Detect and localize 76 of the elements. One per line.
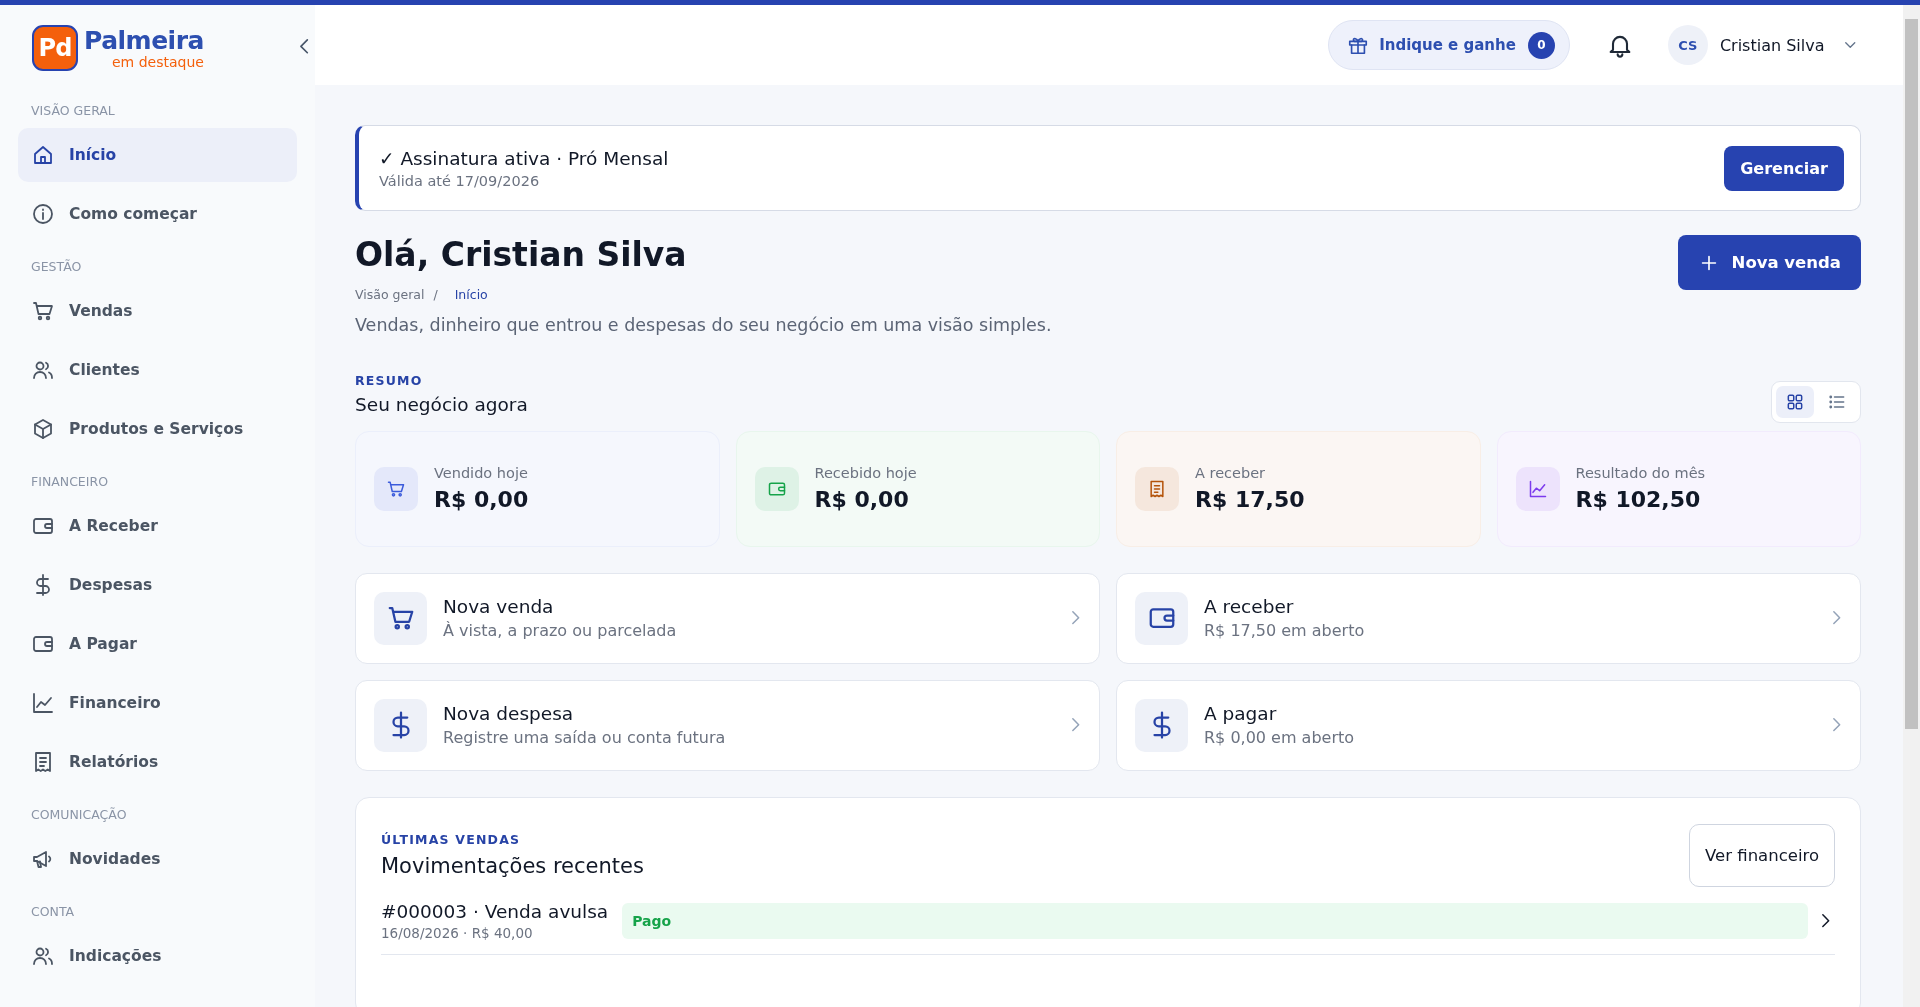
sale-meta: 16/08/2026 · R$ 40,00 [381, 924, 534, 941]
section-eyebrow: ÚLTIMAS VENDAS [381, 832, 522, 848]
section-label: FINANCEIRO [31, 473, 109, 491]
chevron-down-icon [1844, 42, 1855, 48]
view-financial-button[interactable]: Ver financeiro [1689, 823, 1835, 887]
new-sale-button[interactable]: Nova venda [1677, 235, 1861, 290]
status-badge: Pago [622, 902, 1808, 939]
action-title: A pagar [1204, 703, 1278, 725]
stat-label: Vendido hoje [434, 465, 529, 482]
chevron-right-icon [1832, 718, 1840, 732]
chart-icon [31, 691, 55, 715]
sidebar-item[interactable]: Indicações [18, 929, 297, 983]
chevron-right-icon [1832, 611, 1840, 625]
action-card[interactable]: Nova despesa Registre uma saída ou conta futura [355, 679, 1100, 771]
count-badge: 0 [1527, 31, 1555, 59]
sidebar-item[interactable]: Produtos e Serviços [18, 402, 297, 456]
chevron-right-icon [1821, 913, 1829, 928]
action-title: Nova venda [443, 596, 555, 618]
scrollbar-thumb[interactable] [1905, 19, 1918, 729]
breadcrumb-separator: / [433, 286, 438, 302]
action-title: Nova despesa [443, 703, 575, 725]
cart-icon [31, 299, 55, 323]
sidebar-item[interactable]: Novidades [18, 832, 297, 886]
section-label: GESTÃO [31, 258, 83, 276]
avatar: CS [1667, 25, 1708, 65]
manage-button[interactable]: Gerenciar [1724, 145, 1844, 191]
sidebar-item[interactable]: Relatórios [18, 735, 297, 789]
sidebar-item[interactable]: A Pagar [18, 617, 297, 671]
sidebar-item[interactable]: Início [18, 128, 297, 182]
action-subtitle: R$ 17,50 em aberto [1204, 621, 1366, 641]
section-eyebrow: RESUMO [355, 372, 424, 388]
collapse-button[interactable] [300, 39, 309, 54]
stat-value: R$ 17,50 [1195, 487, 1305, 513]
chevron-right-icon [1071, 611, 1079, 625]
box-icon [31, 417, 55, 441]
chevron-right-icon [1071, 718, 1079, 732]
action-subtitle: À vista, a prazo ou parcelada [443, 621, 678, 641]
action-title: A receber [1204, 596, 1295, 618]
sidebar-item[interactable]: Despesas [18, 558, 297, 612]
subscription-validity: Válida até 17/09/2026 [379, 172, 541, 189]
action-card[interactable]: Nova venda À vista, a prazo ou parcelada [355, 572, 1100, 664]
view-button[interactable] [1776, 385, 1814, 418]
sidebar-item[interactable]: Clientes [18, 343, 297, 397]
logo-name: Palmeira [84, 26, 204, 55]
stat-label: A receber [1195, 465, 1267, 482]
stat-value: R$ 102,50 [1575, 487, 1702, 513]
section-label: VISÃO GERAL [31, 102, 116, 120]
breadcrumb-link[interactable]: Visão geral [355, 286, 425, 302]
stat-label: Resultado do mês [1575, 465, 1706, 482]
stat-value: R$ 0,00 [814, 487, 910, 513]
action-subtitle: Registre uma saída ou conta futura [443, 728, 727, 748]
sale-title[interactable]: #000003 · Venda avulsa [381, 900, 609, 922]
stat-value: R$ 0,00 [434, 487, 529, 513]
action-subtitle: R$ 0,00 em aberto [1204, 728, 1356, 748]
section-title: Seu negócio agora [355, 393, 528, 415]
subscription-title: ✓ Assinatura ativa · Pró Mensal [379, 147, 669, 169]
action-card[interactable]: A receber R$ 17,50 em aberto [1116, 572, 1861, 664]
referral-button[interactable]: Indique e ganhe 0 [1328, 20, 1570, 70]
user-menu[interactable]: CS Cristian Silva [1667, 25, 1855, 65]
page-title: Olá, Cristian Silva [355, 235, 688, 275]
info-icon [31, 202, 55, 226]
section-label: COMUNICAÇÃO [31, 806, 128, 824]
chevron-left-icon [300, 39, 309, 54]
sidebar-item[interactable]: Financeiro [18, 676, 297, 730]
sidebar-item[interactable]: A Receber [18, 499, 297, 553]
logo-mark: Pd [32, 25, 78, 71]
section-label: CONTA [31, 903, 76, 921]
sidebar-item[interactable]: Como começar [18, 187, 297, 241]
sidebar-item[interactable]: Vendas [18, 284, 297, 338]
stat-label: Recebido hoje [814, 465, 917, 482]
page-description: Vendas, dinheiro que entrou e despesas do seu negócio em uma visão simples. [355, 314, 1052, 335]
action-card[interactable]: A pagar R$ 0,00 em aberto [1116, 679, 1861, 771]
section-title: Movimentações recentes [381, 854, 644, 879]
logo-tagline: em destaque [111, 54, 204, 70]
home-icon [31, 143, 55, 167]
breadcrumb-link[interactable]: Início [454, 286, 488, 302]
